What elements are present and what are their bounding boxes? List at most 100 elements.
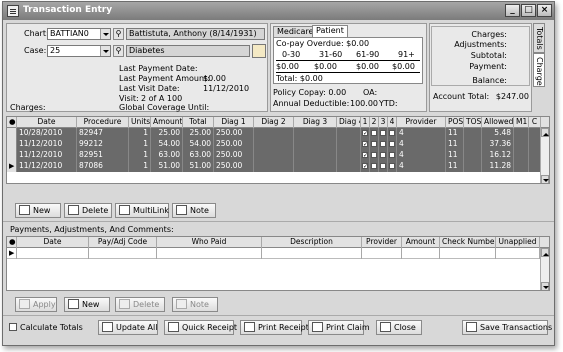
cell-diag4[interactable] — [337, 150, 361, 161]
table-row[interactable]: 10/28/2010 82947 1 25.00 25.00 250.00 ✓ 4 11 5.48 — [7, 128, 549, 139]
tab-patient[interactable]: Patient — [312, 25, 348, 37]
cell-total[interactable]: 54.00 — [183, 139, 214, 150]
case-select[interactable]: 25 — [47, 45, 111, 57]
checkbox[interactable] — [380, 140, 386, 147]
col-amount[interactable]: Amount — [151, 117, 183, 128]
pcol-description[interactable]: Description — [262, 237, 362, 248]
pcol-check-number[interactable]: Check Number — [440, 237, 496, 248]
payments-scrollbar[interactable] — [540, 248, 549, 290]
cell-diag3[interactable] — [294, 150, 337, 161]
col-date[interactable]: Date — [17, 117, 77, 128]
cell-diag1[interactable]: 250.00 — [214, 150, 254, 161]
cell-allowed[interactable]: 11.28 — [482, 161, 514, 172]
charges-grid[interactable]: ● Date Procedure Units Amount Total Diag… — [6, 116, 550, 184]
cell-ptr3[interactable] — [379, 150, 388, 161]
pcell[interactable] — [440, 248, 496, 259]
table-row[interactable]: 11/12/2010 99212 1 54.00 54.00 250.00 ✓ 4 11 37.3… — [7, 139, 549, 150]
title-bar[interactable]: Transaction Entry _ □ × — [3, 2, 554, 20]
col-diag1[interactable]: Diag 1 — [214, 117, 254, 128]
pcol-code[interactable]: Pay/Adj Code — [89, 237, 157, 248]
cell-provider[interactable]: 4 — [397, 161, 446, 172]
cell-m1[interactable] — [514, 128, 529, 139]
cell-provider[interactable]: 4 — [397, 139, 446, 150]
cell-tos[interactable] — [464, 161, 482, 172]
cell-units[interactable]: 1 — [129, 139, 151, 150]
cell-procedure[interactable]: 99212 — [77, 139, 129, 150]
cell-pos[interactable]: 11 — [446, 161, 464, 172]
cell-diag2[interactable] — [254, 161, 294, 172]
col-tos[interactable]: TOS — [464, 117, 482, 128]
table-row[interactable]: 11/12/2010 82951 1 63.00 63.00 250.00 ✓ 4 11 16.1… — [7, 150, 549, 161]
cell-diag2[interactable] — [254, 128, 294, 139]
charges-scrollbar[interactable] — [540, 128, 549, 183]
chart-select[interactable]: BATTIAN0 — [47, 28, 111, 40]
col-diag4[interactable]: Diag 4 — [337, 117, 361, 128]
cell-amount[interactable]: 25.00 — [151, 128, 183, 139]
cell-tos[interactable] — [464, 150, 482, 161]
chart-search-button[interactable]: ⚲ — [113, 28, 124, 40]
cell-ptr3[interactable] — [379, 139, 388, 150]
col-ptr2[interactable]: 2 — [370, 117, 379, 128]
scroll-up-icon[interactable] — [541, 128, 549, 137]
cell-date[interactable]: 11/12/2010 — [17, 139, 77, 150]
scroll-down-icon[interactable] — [541, 282, 549, 290]
cell-procedure[interactable]: 82947 — [77, 128, 129, 139]
cell-date[interactable]: 11/12/2010 — [17, 161, 77, 172]
cell-ptr4[interactable] — [388, 128, 397, 139]
checkbox-box[interactable] — [9, 323, 17, 331]
case-search-button[interactable]: ⚲ — [113, 45, 124, 57]
col-diag2[interactable]: Diag 2 — [254, 117, 294, 128]
cell-amount[interactable]: 54.00 — [151, 139, 183, 150]
checkbox[interactable] — [380, 129, 386, 136]
tab-totals[interactable]: Totals — [533, 23, 545, 53]
cell-ptr1[interactable]: ✓ — [361, 139, 370, 150]
cell-pos[interactable]: 11 — [446, 150, 464, 161]
cell-total[interactable]: 51.00 — [183, 161, 214, 172]
cell-diag3[interactable] — [294, 161, 337, 172]
pcol-unapplied[interactable]: Unapplied — [496, 237, 540, 248]
charge-note-button[interactable]: Note — [172, 203, 216, 218]
cell-allowed[interactable]: 37.36 — [482, 139, 514, 150]
checkbox[interactable] — [389, 140, 395, 147]
scroll-up-icon[interactable] — [541, 248, 549, 257]
col-ptr3[interactable]: 3 — [379, 117, 388, 128]
col-units[interactable]: Units — [129, 117, 151, 128]
payment-new-button[interactable]: New — [64, 297, 110, 312]
payment-note-button[interactable]: Note — [172, 297, 218, 312]
cell-pos[interactable]: 11 — [446, 128, 464, 139]
minimize-button[interactable]: _ — [505, 4, 520, 17]
cell-diag4[interactable] — [337, 161, 361, 172]
cell-diag2[interactable] — [254, 139, 294, 150]
cell-ptr2[interactable] — [370, 139, 379, 150]
cell-allowed[interactable]: 16.12 — [482, 150, 514, 161]
chevron-down-icon[interactable] — [100, 29, 110, 39]
case-edit-icon[interactable] — [252, 44, 266, 58]
maximize-button[interactable]: □ — [521, 4, 536, 17]
tab-medicare[interactable]: Medicare — [273, 26, 318, 37]
checkbox-checked[interactable]: ✓ — [362, 151, 368, 158]
pcol-date[interactable]: Date — [17, 237, 89, 248]
apply-button[interactable]: Apply — [15, 297, 57, 312]
cell-tos[interactable] — [464, 139, 482, 150]
pcol-amount[interactable]: Amount — [402, 237, 440, 248]
cell-procedure[interactable]: 87086 — [77, 161, 129, 172]
cell-diag4[interactable] — [337, 128, 361, 139]
checkbox[interactable] — [371, 140, 377, 147]
cell-diag3[interactable] — [294, 128, 337, 139]
calculate-totals-checkbox[interactable]: Calculate Totals — [9, 323, 83, 332]
payment-delete-button[interactable]: Delete — [115, 297, 165, 312]
table-row[interactable]: ▶ 11/12/2010 87086 1 51.00 51.00 250.00 ✓ 4 11 11.… — [7, 161, 549, 172]
cell-diag1[interactable]: 250.00 — [214, 139, 254, 150]
col-diag3[interactable]: Diag 3 — [294, 117, 337, 128]
cell-m1[interactable] — [514, 161, 529, 172]
cell-diag1[interactable]: 250.00 — [214, 128, 254, 139]
row-indicator[interactable] — [7, 128, 17, 139]
cell-ptr3[interactable] — [379, 128, 388, 139]
cell-amount[interactable]: 63.00 — [151, 150, 183, 161]
checkbox[interactable] — [380, 162, 386, 169]
close-button[interactable]: Close — [376, 320, 422, 335]
pcell[interactable] — [496, 248, 540, 259]
pcol-who-paid[interactable]: Who Paid — [157, 237, 262, 248]
cell-ptr4[interactable] — [388, 139, 397, 150]
quick-receipt-button[interactable]: Quick Receipt — [164, 320, 237, 335]
